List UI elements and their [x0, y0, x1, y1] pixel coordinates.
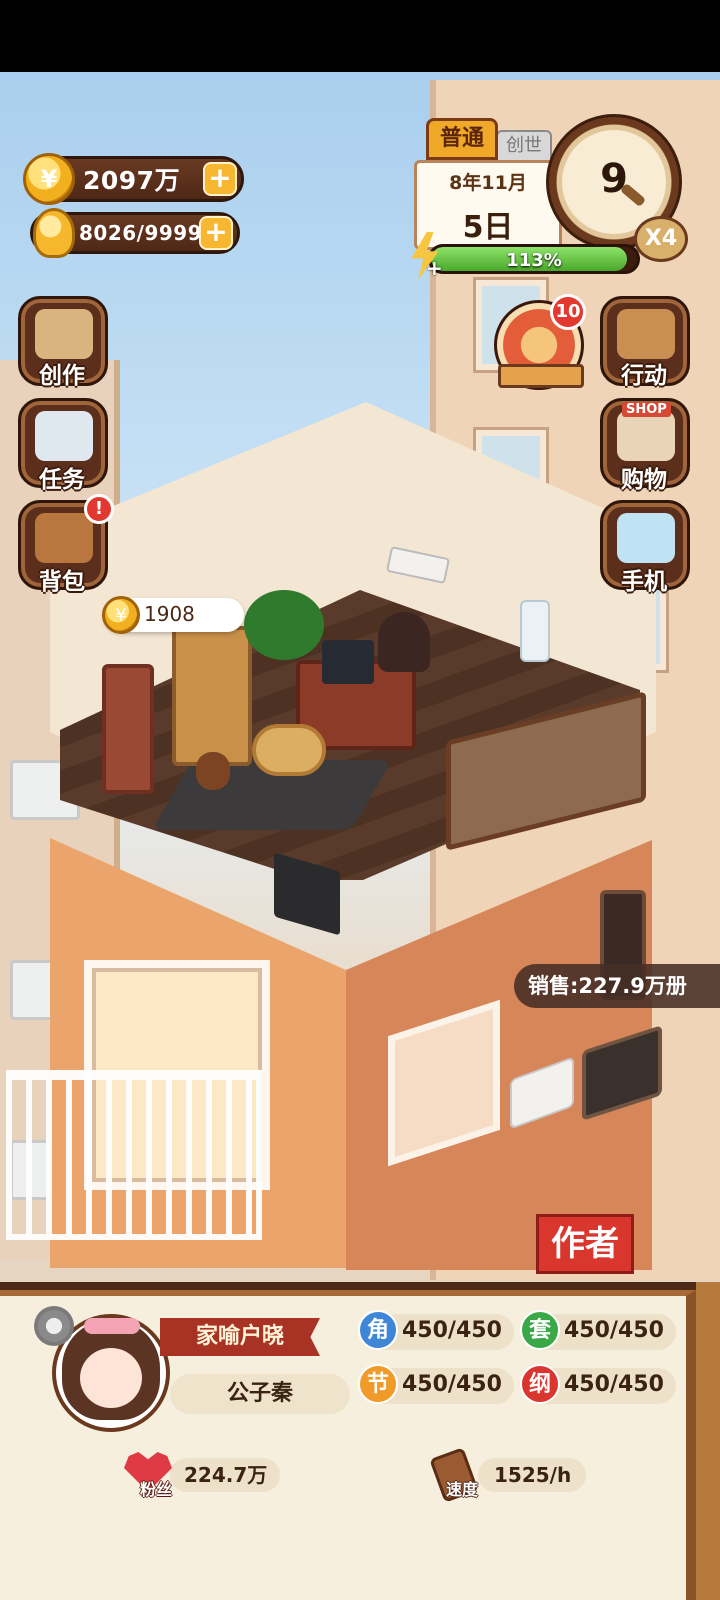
checklist-icon: [35, 411, 93, 461]
add-coins-button[interactable]: +: [203, 162, 237, 196]
speed-label: 速度: [446, 1480, 479, 1499]
coin-icon: ¥: [102, 596, 140, 634]
shop-sign: SHOP: [622, 402, 671, 417]
pet-dog[interactable]: [196, 752, 230, 790]
stat-outline-icon: 纲: [520, 1364, 560, 1404]
coins-counter: ¥ 2097万 +: [23, 153, 244, 205]
sales-indicator[interactable]: 销售:227.9万册: [514, 964, 720, 1008]
collect-coins-bubble[interactable]: ¥ 1908: [102, 596, 244, 634]
stamina-text: 113%: [506, 250, 562, 271]
inspiration-counter: 8026/9999 +: [30, 208, 240, 258]
book-icon: [35, 309, 93, 359]
coin-icon: ¥: [23, 153, 75, 205]
stat-routine: 套 450/450: [520, 1310, 676, 1350]
fans-value: 224.7万: [170, 1458, 280, 1492]
mode-tab-normal[interactable]: 普通: [426, 118, 498, 160]
shop-icon: [617, 411, 675, 461]
tasks-label: 任务: [39, 467, 85, 493]
writing-speed-value: 1525/h: [478, 1458, 586, 1492]
panel-edge: [696, 1282, 720, 1600]
door-icon: [617, 309, 675, 359]
stat-pacing: 节 450/450: [358, 1364, 514, 1404]
room-door[interactable]: [102, 664, 154, 794]
phone-icon: [617, 513, 675, 563]
lightbulb-icon: [33, 208, 75, 258]
author-button[interactable]: 作者: [536, 1214, 634, 1274]
pet-bed: [252, 724, 326, 776]
shop-label: 购物: [621, 467, 667, 493]
stat-routine-icon: 套: [520, 1310, 560, 1350]
avatar-face: [80, 1348, 142, 1408]
inspiration-value: 8026/9999: [79, 221, 203, 245]
coins-value: 2097万: [83, 166, 181, 195]
stat-outline: 纲 450/450: [520, 1364, 676, 1404]
create-label: 创作: [39, 363, 85, 389]
mode-tab-alt[interactable]: 创世: [496, 130, 552, 162]
add-stamina-button[interactable]: +: [426, 256, 443, 280]
calendar-month: 8年11月: [449, 172, 527, 194]
stat-character-value: 450/450: [402, 1318, 502, 1343]
add-inspiration-button[interactable]: +: [199, 216, 233, 250]
computer-monitor: [322, 640, 374, 684]
stat-outline-value: 450/450: [564, 1372, 664, 1397]
stat-character-icon: 角: [358, 1310, 398, 1350]
status-bar: [0, 0, 720, 72]
wheel-count-badge: 10: [550, 294, 586, 330]
writer-character[interactable]: [378, 612, 430, 672]
stat-character: 角 450/450: [358, 1310, 514, 1350]
title-ribbon: 家喻户晓: [160, 1318, 320, 1356]
bookshelf[interactable]: [172, 626, 252, 766]
potted-plant: [244, 590, 324, 660]
stat-pacing-value: 450/450: [402, 1372, 502, 1397]
wall-poster: [520, 600, 550, 662]
action-label: 行动: [621, 363, 667, 389]
author-name: 公子秦: [170, 1374, 350, 1414]
stat-routine-value: 450/450: [564, 1318, 664, 1343]
avatar-bow: [84, 1318, 140, 1334]
bag-alert-badge: !: [84, 494, 114, 524]
lucky-wheel-base: [498, 364, 584, 388]
bag-icon: [35, 513, 93, 563]
fans-label: 粉丝: [140, 1480, 173, 1499]
collect-coins-value: 1908: [144, 602, 195, 626]
phone-label: 手机: [621, 569, 667, 595]
gear-icon[interactable]: [34, 1306, 74, 1346]
calendar-day: 5日: [462, 210, 514, 245]
stat-pacing-icon: 节: [358, 1364, 398, 1404]
game-speed-button[interactable]: X4: [634, 216, 688, 262]
balcony-railing: [6, 1070, 262, 1240]
bag-label: 背包: [39, 569, 85, 595]
